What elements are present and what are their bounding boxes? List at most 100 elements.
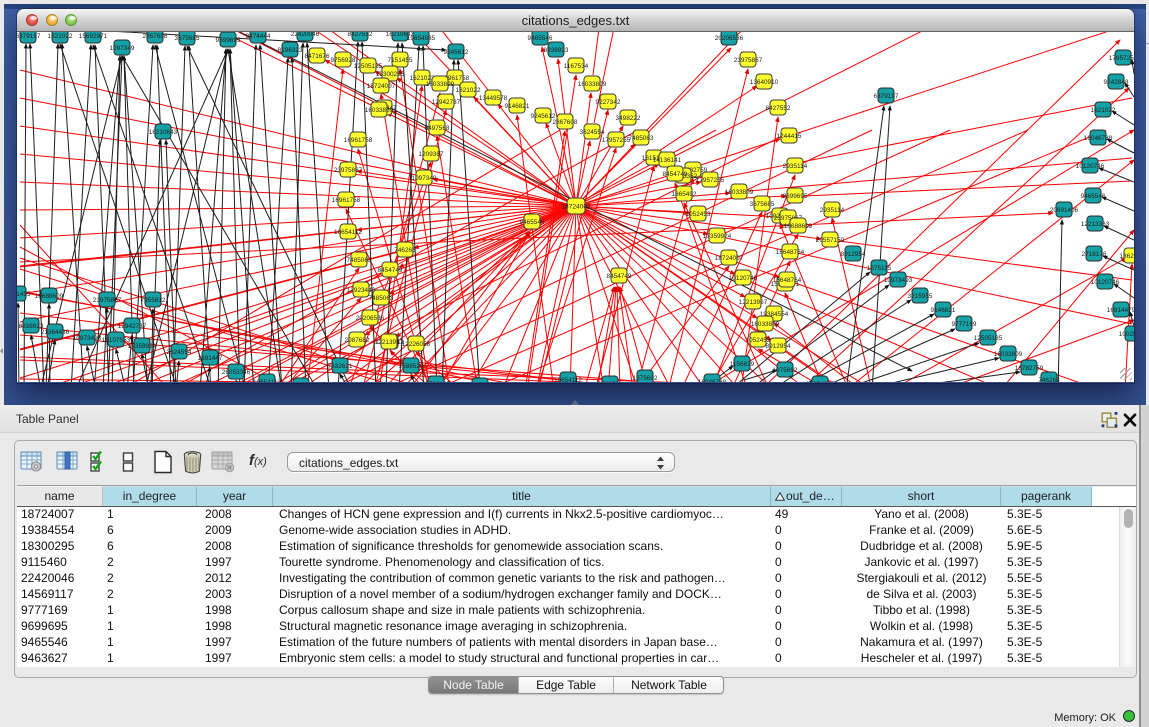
svg-text:20691406: 20691406 xyxy=(1050,207,1079,214)
svg-text:16210643: 16210643 xyxy=(149,129,178,136)
svg-text:23975867: 23975867 xyxy=(334,167,363,174)
svg-text:20206536: 20206536 xyxy=(356,315,385,322)
svg-text:8427552: 8427552 xyxy=(766,105,791,112)
svg-text:17359924: 17359924 xyxy=(703,233,732,240)
svg-text:7632621: 7632621 xyxy=(328,363,353,370)
svg-text:746266: 746266 xyxy=(394,247,416,254)
svg-text:1865492: 1865492 xyxy=(672,191,697,198)
svg-text:9699695: 9699695 xyxy=(783,193,808,200)
svg-text:12213967: 12213967 xyxy=(739,299,768,306)
svg-text:10688609: 10688609 xyxy=(35,293,64,300)
svg-text:9777169: 9777169 xyxy=(952,321,977,328)
svg-text:12213363: 12213363 xyxy=(1081,221,1110,228)
svg-text:13640910: 13640910 xyxy=(750,79,779,86)
svg-text:12942737: 12942737 xyxy=(432,99,461,106)
svg-text:15720407: 15720407 xyxy=(422,381,451,382)
svg-text:17957255: 17957255 xyxy=(696,177,725,184)
svg-text:8938923: 8938923 xyxy=(544,47,569,54)
svg-text:3675685: 3675685 xyxy=(175,35,200,42)
svg-text:20557150: 20557150 xyxy=(816,237,845,244)
svg-text:1275115: 1275115 xyxy=(867,265,892,272)
svg-text:16961758: 16961758 xyxy=(332,197,361,204)
svg-text:3624554: 3624554 xyxy=(167,349,192,356)
svg-text:3215955: 3215955 xyxy=(908,293,933,300)
svg-text:16046788: 16046788 xyxy=(1084,135,1113,142)
svg-text:6379197: 6379197 xyxy=(17,33,41,40)
svg-text:16033809: 16033809 xyxy=(725,189,754,196)
svg-text:16033809: 16033809 xyxy=(751,321,780,328)
svg-text:9474444: 9474444 xyxy=(246,33,271,40)
svg-text:8471676: 8471676 xyxy=(305,53,330,60)
svg-text:18300295: 18300295 xyxy=(376,71,405,78)
svg-text:1588520: 1588520 xyxy=(399,363,424,370)
svg-text:9699695: 9699695 xyxy=(216,37,241,44)
svg-text:2718176: 2718176 xyxy=(1082,251,1107,258)
svg-text:1621022: 1621022 xyxy=(48,33,73,40)
svg-text:7485063: 7485063 xyxy=(347,257,372,264)
svg-text:12923446: 12923446 xyxy=(347,287,376,294)
svg-text:18724007: 18724007 xyxy=(561,204,591,211)
svg-text:10120746: 10120746 xyxy=(1091,279,1120,286)
svg-text:9146821: 9146821 xyxy=(505,103,530,110)
svg-text:21364436: 21364436 xyxy=(41,329,70,336)
svg-text:1097349: 1097349 xyxy=(412,175,437,182)
svg-text:10120746: 10120746 xyxy=(1076,163,1105,170)
svg-text:16961758: 16961758 xyxy=(344,137,373,144)
svg-text:1097349: 1097349 xyxy=(110,45,135,52)
svg-text:1362615: 1362615 xyxy=(1120,253,1134,260)
svg-text:19654935: 19654935 xyxy=(806,381,835,382)
svg-text:10973493: 10973493 xyxy=(73,335,102,342)
svg-text:1156829: 1156829 xyxy=(730,361,755,368)
svg-text:7485063: 7485063 xyxy=(369,295,394,302)
svg-text:23975867: 23975867 xyxy=(734,57,763,64)
svg-text:12505135: 12505135 xyxy=(974,335,1003,342)
svg-text:7151455: 7151455 xyxy=(17,291,31,298)
svg-text:16914479: 16914479 xyxy=(1107,307,1134,314)
svg-text:2867608: 2867608 xyxy=(553,119,578,126)
svg-text:2935114: 2935114 xyxy=(820,207,845,214)
svg-text:15692971: 15692971 xyxy=(79,33,108,40)
svg-text:10107553: 10107553 xyxy=(102,337,131,344)
svg-text:16033809: 16033809 xyxy=(426,81,455,88)
svg-text:7151455: 7151455 xyxy=(388,57,413,64)
svg-text:20206536: 20206536 xyxy=(715,35,744,42)
svg-text:1075692: 1075692 xyxy=(773,367,798,374)
svg-text:18724007: 18724007 xyxy=(367,83,396,90)
svg-text:8912954: 8912954 xyxy=(841,251,866,258)
svg-text:8427552: 8427552 xyxy=(348,32,373,38)
svg-text:17957255: 17957255 xyxy=(602,137,631,144)
svg-text:1244415: 1244415 xyxy=(777,133,802,140)
svg-text:9227342: 9227342 xyxy=(596,99,621,106)
svg-text:8912954: 8912954 xyxy=(766,343,791,350)
svg-text:10654112: 10654112 xyxy=(253,379,281,382)
svg-text:1209387: 1209387 xyxy=(419,151,444,158)
svg-text:9465546: 9465546 xyxy=(520,219,545,226)
svg-text:16648764: 16648764 xyxy=(776,249,805,256)
svg-text:3624554: 3624554 xyxy=(580,129,605,136)
svg-text:9242848: 9242848 xyxy=(1104,79,1129,86)
svg-text:1621022: 1621022 xyxy=(1091,107,1116,114)
svg-text:6379197: 6379197 xyxy=(874,93,899,100)
svg-text:9245612: 9245612 xyxy=(444,49,469,56)
svg-text:12213967: 12213967 xyxy=(375,339,404,346)
svg-text:13449578: 13449578 xyxy=(479,95,508,102)
svg-text:10654112: 10654112 xyxy=(334,229,362,236)
svg-text:2087682: 2087682 xyxy=(345,337,370,344)
svg-text:10688609: 10688609 xyxy=(784,223,813,230)
svg-text:3675685: 3675685 xyxy=(750,201,775,208)
svg-text:12226058: 12226058 xyxy=(402,341,431,348)
svg-text:7485063: 7485063 xyxy=(629,135,654,142)
svg-text:17957255: 17957255 xyxy=(1109,55,1134,62)
svg-text:1588520: 1588520 xyxy=(598,381,623,382)
svg-text:10654112: 10654112 xyxy=(554,377,582,382)
svg-text:23975867: 23975867 xyxy=(93,297,122,304)
svg-text:16033809: 16033809 xyxy=(994,351,1023,358)
svg-text:26053346: 26053346 xyxy=(222,369,251,376)
svg-text:3498222: 3498222 xyxy=(616,115,641,122)
svg-text:9465546: 9465546 xyxy=(528,35,553,42)
svg-text:16046788: 16046788 xyxy=(698,379,727,382)
svg-text:16782759: 16782759 xyxy=(1015,365,1044,372)
svg-text:16033809: 16033809 xyxy=(365,107,394,114)
svg-text:16033809: 16033809 xyxy=(578,81,607,88)
svg-text:12505135: 12505135 xyxy=(354,63,383,70)
